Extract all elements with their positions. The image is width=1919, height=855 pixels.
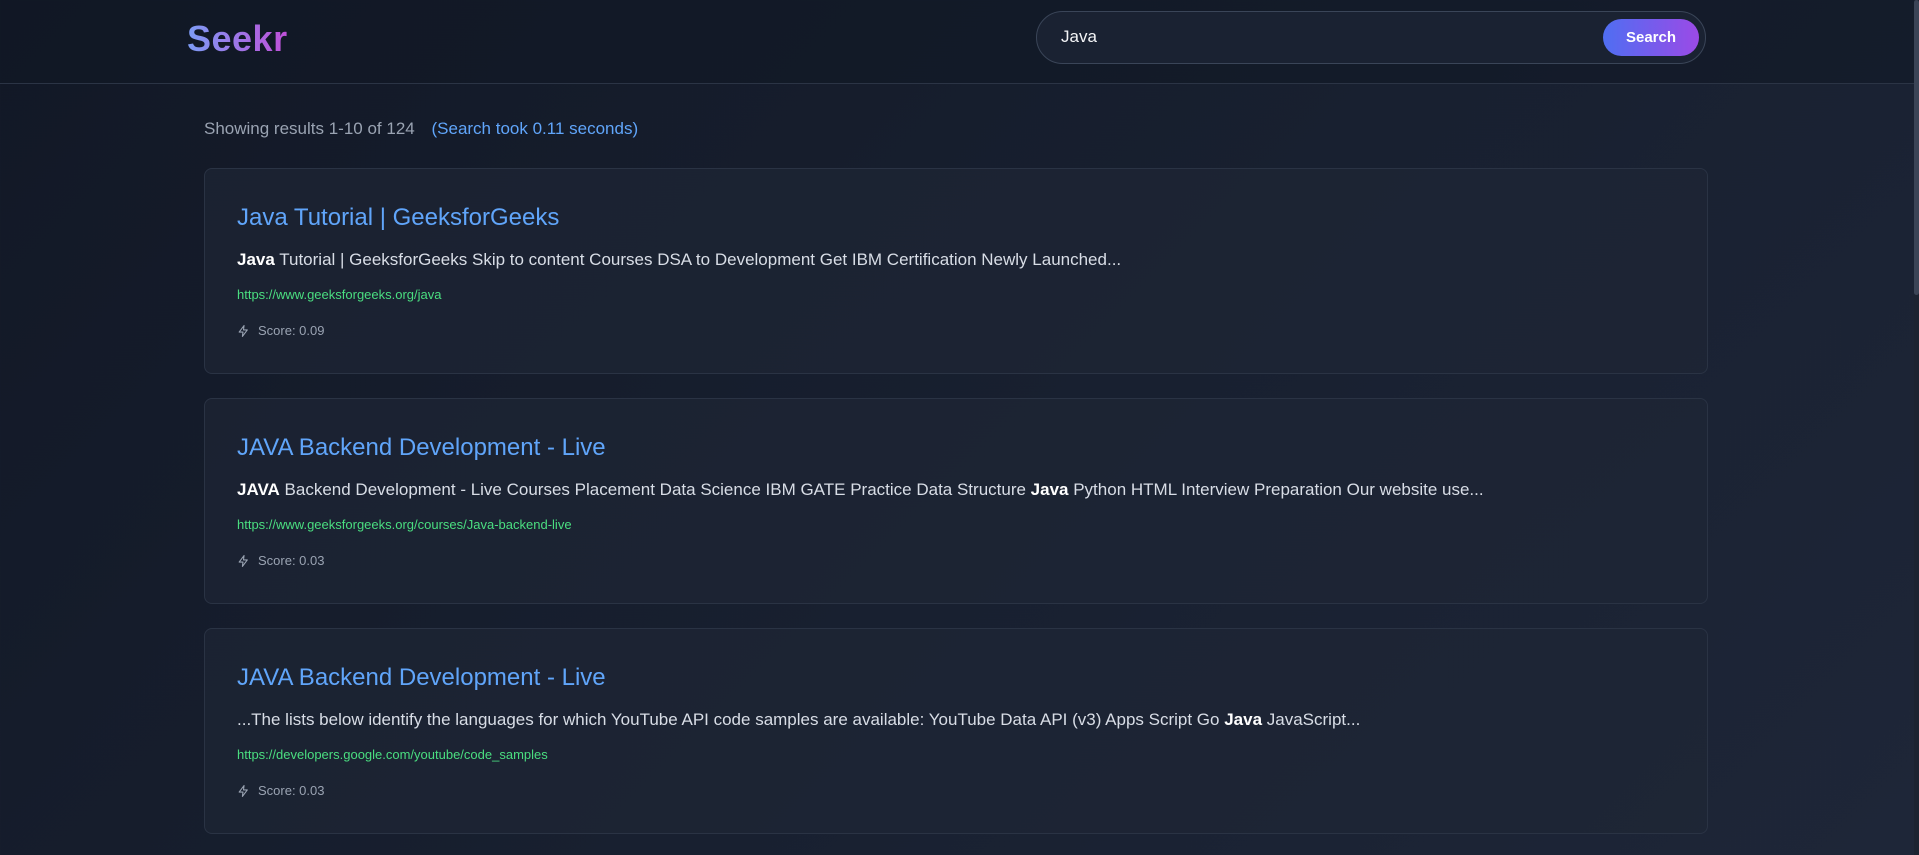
snippet-highlight: JAVA: [237, 480, 280, 499]
snippet-highlight: Java: [1224, 710, 1263, 729]
search-box: Search: [1036, 11, 1706, 64]
lightning-bolt-icon: [237, 324, 250, 338]
header: Seekr Search: [0, 0, 1914, 84]
result-snippet: Java Tutorial | GeeksforGeeks Skip to co…: [237, 250, 1121, 270]
result-card: JAVA Backend Development - Live JAVA Bac…: [204, 398, 1708, 604]
results-meta: Showing results 1-10 of 124 (Search took…: [204, 119, 638, 139]
search-time: (Search took 0.11 seconds): [431, 119, 639, 138]
score-label: Score: 0.09: [258, 323, 325, 338]
score-label: Score: 0.03: [258, 553, 325, 568]
logo[interactable]: Seekr: [187, 18, 288, 60]
snippet-highlight: Java: [237, 250, 275, 269]
result-title[interactable]: JAVA Backend Development - Live: [237, 434, 606, 462]
results-list: Java Tutorial | GeeksforGeeks Java Tutor…: [204, 168, 1708, 855]
result-title[interactable]: Java Tutorial | GeeksforGeeks: [237, 204, 559, 232]
result-title[interactable]: JAVA Backend Development - Live: [237, 664, 606, 692]
result-score: Score: 0.09: [237, 323, 325, 338]
scrollbar-thumb[interactable]: [1914, 0, 1919, 295]
result-snippet: ...The lists below identify the language…: [237, 710, 1360, 730]
result-url[interactable]: https://www.geeksforgeeks.org/java: [237, 287, 442, 302]
result-url[interactable]: https://developers.google.com/youtube/co…: [237, 747, 548, 762]
snippet-text: Tutorial | GeeksforGeeks Skip to content…: [274, 250, 1122, 269]
lightning-bolt-icon: [237, 554, 250, 568]
search-input[interactable]: [1061, 12, 1561, 62]
result-card: Java Tutorial | GeeksforGeeks Java Tutor…: [204, 168, 1708, 374]
result-card: JAVA Backend Development - Live ...The l…: [204, 628, 1708, 834]
snippet-text: JavaScript...: [1262, 710, 1361, 729]
result-url[interactable]: https://www.geeksforgeeks.org/courses/Ja…: [237, 517, 572, 532]
snippet-text: ...The lists below identify the language…: [237, 710, 1225, 729]
result-score: Score: 0.03: [237, 553, 325, 568]
score-label: Score: 0.03: [258, 783, 325, 798]
search-button[interactable]: Search: [1603, 19, 1699, 56]
page-scrollbar[interactable]: [1914, 0, 1919, 855]
snippet-text: Backend Development - Live Courses Place…: [279, 480, 1031, 499]
result-score: Score: 0.03: [237, 783, 325, 798]
snippet-text: Python HTML Interview Preparation Our we…: [1068, 480, 1484, 499]
snippet-highlight: Java: [1030, 480, 1069, 499]
results-count: Showing results 1-10 of 124: [204, 119, 415, 138]
result-snippet: JAVA Backend Development - Live Courses …: [237, 480, 1484, 500]
lightning-bolt-icon: [237, 784, 250, 798]
